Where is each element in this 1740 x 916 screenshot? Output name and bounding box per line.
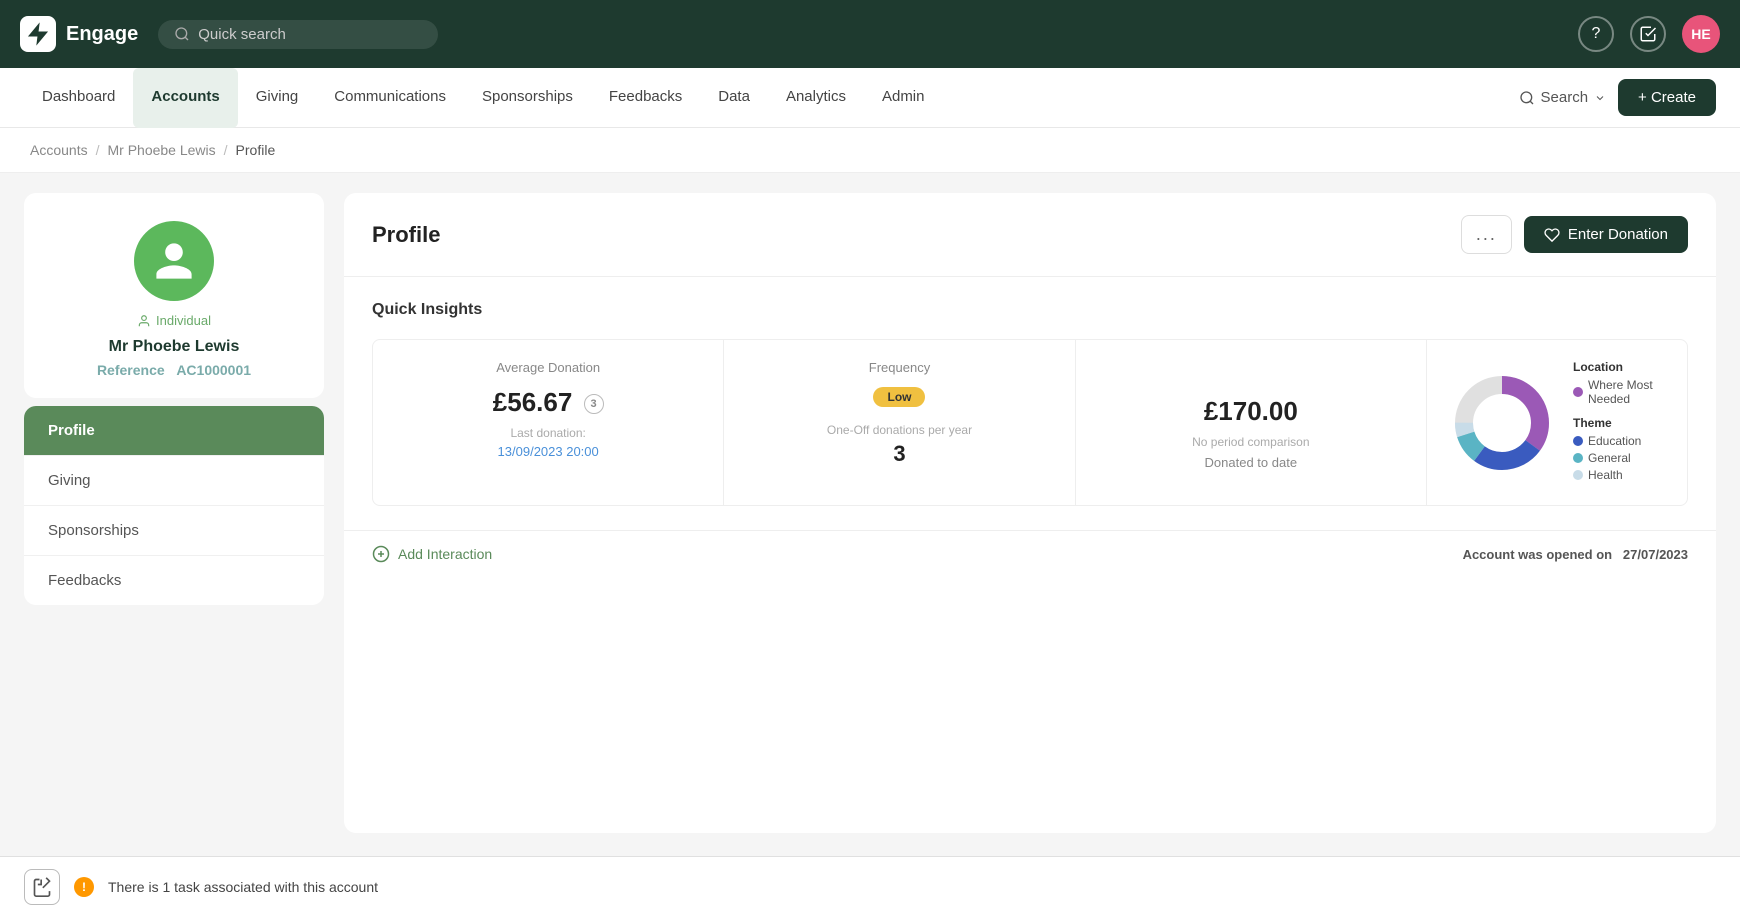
account-name: Mr Phoebe Lewis <box>44 338 304 356</box>
profile-title: Profile <box>372 222 440 248</box>
insights-title: Quick Insights <box>372 301 1688 319</box>
account-opened-date: 27/07/2023 <box>1623 547 1688 562</box>
enter-donation-button[interactable]: Enter Donation <box>1524 216 1688 253</box>
insight-frequency: Frequency Low One-Off donations per year… <box>724 340 1075 505</box>
more-options-button[interactable]: ... <box>1461 215 1512 254</box>
app-name: Engage <box>66 23 138 46</box>
chart-legend: Location Where Most Needed Theme Educati… <box>1573 360 1667 485</box>
avg-donation-value: £56.67 3 <box>397 387 699 418</box>
insight-avg-donation: Average Donation £56.67 3 Last donation:… <box>373 340 724 505</box>
account-type-label: Individual <box>156 313 211 328</box>
legend-location-1: Where Most Needed <box>1573 378 1667 406</box>
left-panel: Individual Mr Phoebe Lewis Reference AC1… <box>24 193 324 833</box>
insight-donated: £170.00 No period comparison Donated to … <box>1076 340 1427 505</box>
sidenav-feedbacks[interactable]: Feedbacks <box>24 556 324 605</box>
breadcrumb-accounts[interactable]: Accounts <box>30 142 88 158</box>
add-interaction-label: Add Interaction <box>398 546 492 562</box>
legend-dot-location <box>1573 387 1583 397</box>
freq-value: 3 <box>748 441 1050 467</box>
legend-education-label: Education <box>1588 434 1641 448</box>
help-icon[interactable]: ? <box>1578 16 1614 52</box>
account-ref: Reference AC1000001 <box>44 362 304 378</box>
ref-label: Reference <box>97 362 165 378</box>
quick-search-label: Quick search <box>198 26 286 43</box>
sidenav-giving[interactable]: Giving <box>24 456 324 506</box>
task-warning-icon: ! <box>74 877 94 897</box>
nav-accounts[interactable]: Accounts <box>133 68 237 128</box>
breadcrumb: Accounts / Mr Phoebe Lewis / Profile <box>0 128 1740 173</box>
top-bar: Engage Quick search ? HE <box>0 0 1740 68</box>
frequency-badge: Low <box>873 387 925 407</box>
legend-health-label: Health <box>1588 468 1623 482</box>
nav-giving[interactable]: Giving <box>238 68 317 128</box>
secondary-nav: Dashboard Accounts Giving Communications… <box>0 68 1740 128</box>
ref-value: AC1000001 <box>176 362 251 378</box>
nav-dashboard[interactable]: Dashboard <box>24 68 133 128</box>
freq-sub: One-Off donations per year <box>748 423 1050 437</box>
account-type: Individual <box>44 313 304 328</box>
insights-grid: Average Donation £56.67 3 Last donation:… <box>372 339 1688 506</box>
nav-communications[interactable]: Communications <box>316 68 464 128</box>
nav-data[interactable]: Data <box>700 68 768 128</box>
legend-general: General <box>1573 451 1667 465</box>
enter-donation-label: Enter Donation <box>1568 226 1668 243</box>
theme-title: Theme <box>1573 416 1667 430</box>
avg-donation-date: 13/09/2023 20:00 <box>397 444 699 459</box>
legend-general-label: General <box>1588 451 1631 465</box>
quick-insights: Quick Insights Average Donation £56.67 3… <box>344 277 1716 530</box>
avg-donation-label: Average Donation <box>397 360 699 375</box>
logo-area[interactable]: Engage <box>20 16 138 52</box>
donated-value: £170.00 <box>1100 396 1402 427</box>
user-avatar[interactable]: HE <box>1682 15 1720 53</box>
add-interaction-button[interactable]: Add Interaction <box>372 545 492 563</box>
donated-note: No period comparison <box>1100 435 1402 449</box>
insights-footer: Add Interaction Account was opened on 27… <box>344 530 1716 577</box>
breadcrumb-current: Profile <box>236 142 276 158</box>
insight-chart: Location Where Most Needed Theme Educati… <box>1427 340 1687 505</box>
nav-right: Search + Create <box>1519 79 1716 116</box>
search-label: Search <box>1541 89 1589 106</box>
location-title: Location <box>1573 360 1667 374</box>
breadcrumb-person[interactable]: Mr Phoebe Lewis <box>107 142 215 158</box>
donated-label: Donated to date <box>1100 455 1402 470</box>
legend-education: Education <box>1573 434 1667 448</box>
main-content: Individual Mr Phoebe Lewis Reference AC1… <box>0 173 1740 853</box>
legend-location-label: Where Most Needed <box>1588 378 1667 406</box>
logo-icon <box>20 16 56 52</box>
task-bar: ! There is 1 task associated with this a… <box>0 856 1740 916</box>
nav-admin[interactable]: Admin <box>864 68 943 128</box>
nav-feedbacks[interactable]: Feedbacks <box>591 68 700 128</box>
avg-donation-sub: Last donation: <box>397 426 699 440</box>
freq-label: Frequency <box>748 360 1050 375</box>
sidenav-profile[interactable]: Profile <box>24 406 324 456</box>
side-nav: Profile Giving Sponsorships Feedbacks <box>24 406 324 605</box>
nav-analytics[interactable]: Analytics <box>768 68 864 128</box>
account-opened-info: Account was opened on 27/07/2023 <box>1463 547 1688 562</box>
quick-search-bar[interactable]: Quick search <box>158 20 438 49</box>
legend-dot-education <box>1573 436 1583 446</box>
task-bar-icon[interactable] <box>24 869 60 905</box>
nav-sponsorships[interactable]: Sponsorships <box>464 68 591 128</box>
sidenav-sponsorships[interactable]: Sponsorships <box>24 506 324 556</box>
tasks-icon[interactable] <box>1630 16 1666 52</box>
legend-health: Health <box>1573 468 1667 482</box>
breadcrumb-sep-2: / <box>224 142 228 158</box>
profile-header: Profile ... Enter Donation <box>344 193 1716 277</box>
avg-donation-info: 3 <box>584 394 604 414</box>
account-opened-label: Account was opened on <box>1463 547 1613 562</box>
task-message: There is 1 task associated with this acc… <box>108 879 378 895</box>
donut-chart <box>1447 368 1557 478</box>
profile-card: Individual Mr Phoebe Lewis Reference AC1… <box>24 193 324 398</box>
avatar <box>134 221 214 301</box>
legend-dot-general <box>1573 453 1583 463</box>
header-actions: ... Enter Donation <box>1461 215 1688 254</box>
top-bar-right: ? HE <box>1578 15 1720 53</box>
legend-dot-health <box>1573 470 1583 480</box>
nav-search[interactable]: Search <box>1519 89 1607 106</box>
create-button[interactable]: + Create <box>1618 79 1716 116</box>
right-panel: Profile ... Enter Donation Quick Insight… <box>344 193 1716 833</box>
breadcrumb-sep-1: / <box>96 142 100 158</box>
